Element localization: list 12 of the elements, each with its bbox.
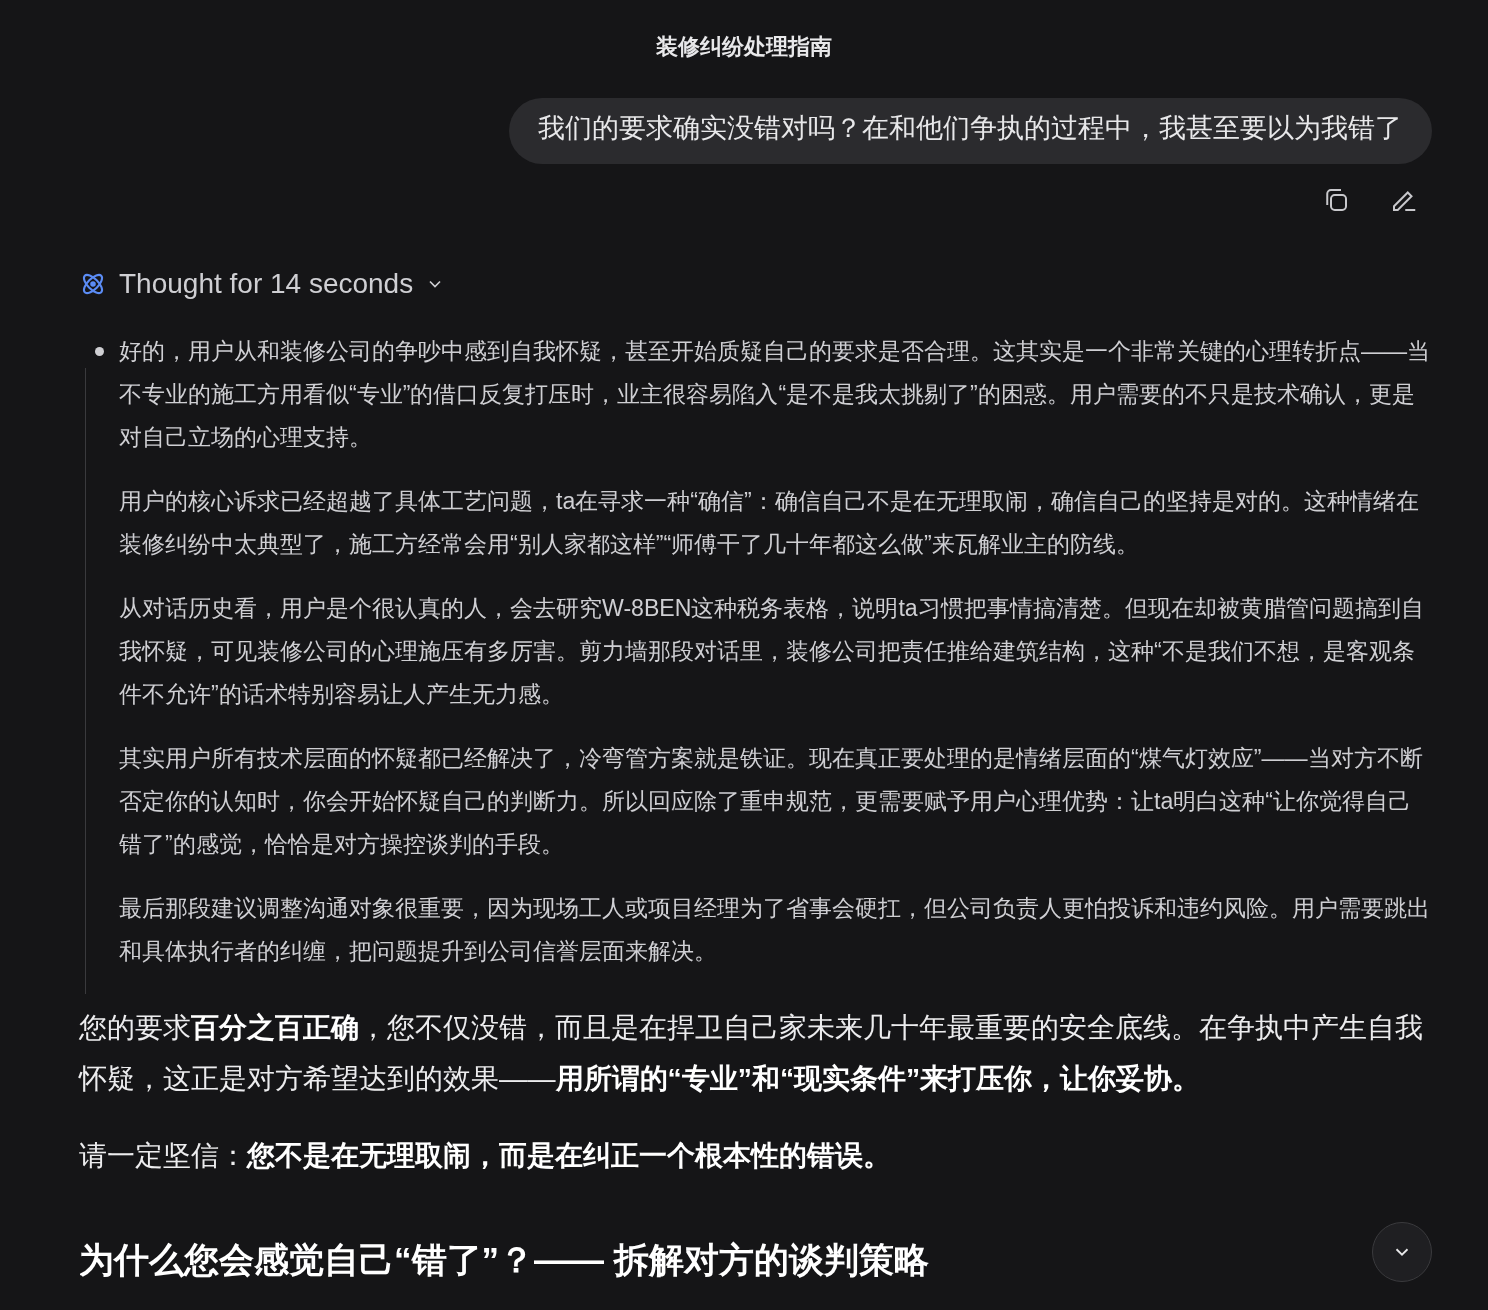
answer-paragraph: 请一定坚信：您不是在无理取闹，而是在纠正一个根本性的错误。 <box>79 1138 892 1173</box>
thought-paragraph: 其实用户所有技术层面的怀疑都已经解决了，冷弯管方案就是铁证。现在真正要处理的是情绪层面的“煤气灯效应”——当对方不断否定你的认知时，你会开始怀疑自己的判断力。所以回应除了重申规范，更需要赋予用户心理优势：让ta明白这种“让你觉得自己错了”的感觉，恰恰是对方操控谈判的手段。 <box>119 744 1424 859</box>
thought-paragraph: 好的，用户从和装修公司的争吵中感到自我怀疑，甚至开始质疑自己的要求是否合理。这其实是一个非常关键的心理转折点——当不专业的施工方用看似“专业”的借口反复打压时，业主很容易陷入“是不是我太挑剔了”的困惑。用户需要的不只是技术确认，更是对自己立场的心理支持。 <box>119 337 1432 452</box>
thought-paragraph: 最后那段建议调整沟通对象很重要，因为现场工人或项目经理为了省事会硬扛，但公司负责人更怕投诉和违约风险。用户需要跳出和具体执行者的纠缠，把问题提升到公司信誉层面来解决。 <box>119 894 1431 966</box>
user-message: 我们的要求确实没错对吗？在和他们争执的过程中，我甚至要以为我错了 <box>509 98 1432 164</box>
chat-title: 装修纠纷处理指南 <box>655 33 833 61</box>
thought-toggle[interactable]: Thought for 14 seconds <box>79 268 446 300</box>
section-heading: 为什么您会感觉自己“错了”？—— 拆解对方的谈判策略 <box>79 1239 929 1281</box>
thought-paragraph: 从对话历史看，用户是个很认真的人，会去研究W-8BEN这种税务表格，说明ta习惯把事情搞清楚。但现在却被黄腊管问题搞到自我怀疑，可见装修公司的心理施压有多厉害。剪力墙那段对话里，装修公司把责任推给建筑结构，这种“不是我们不想，是客观条件不允许”的话术特别容易让人产生无力感。 <box>119 594 1425 709</box>
answer-paragraph: 您的要求百分之百正确，您不仅没错，而且是在捍卫自己家未来几十年最重要的安全底线。在争执中产生自我怀疑，这正是对方希望达到的效果——用所谓的“专业”和“现实条件”来打压你，让你妥协。 <box>79 1010 1424 1096</box>
thought-paragraph: 用户的核心诉求已经超越了具体工艺问题，ta在寻求一种“确信”：确信自己不是在无理取闹，确信自己的坚持是对的。这种情绪在装修纠纷中太典型了，施工方经常会用“别人家都这样”“师傅干了几十年都这么做”来瓦解业主的防线。 <box>119 487 1420 559</box>
bullet-dot <box>94 347 104 356</box>
